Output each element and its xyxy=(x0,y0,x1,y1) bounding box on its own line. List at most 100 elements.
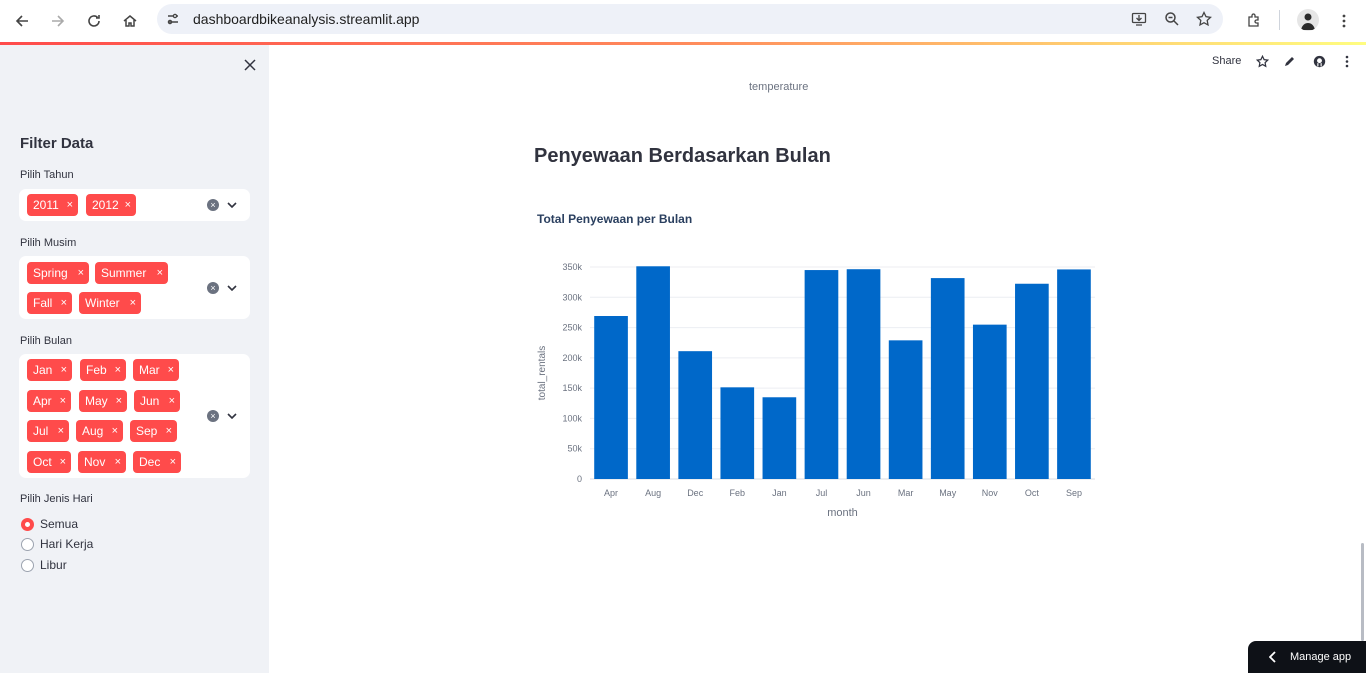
chip-label: Jul xyxy=(33,424,49,438)
puzzle-icon xyxy=(1248,13,1259,27)
clear-all-icon[interactable]: × xyxy=(207,410,219,422)
chip-month-dec[interactable]: Dec × xyxy=(133,451,181,473)
sidebar-close-button[interactable] xyxy=(240,55,260,75)
profile-avatar[interactable] xyxy=(1297,9,1319,31)
home-button[interactable] xyxy=(117,8,143,34)
chip-season-spring[interactable]: Spring × xyxy=(27,262,89,284)
radio-unselected-icon[interactable] xyxy=(21,558,34,572)
github-icon[interactable] xyxy=(1312,54,1326,68)
chip-remove-icon[interactable]: × xyxy=(58,420,64,442)
chip-remove-icon[interactable]: × xyxy=(115,359,121,381)
chip-remove-icon[interactable]: × xyxy=(67,194,73,216)
chip-season-winter[interactable]: Winter × xyxy=(79,292,141,314)
back-button[interactable] xyxy=(9,8,35,34)
chip-month-aug[interactable]: Aug × xyxy=(76,420,123,442)
toolbar-divider xyxy=(1279,10,1280,30)
url-text[interactable]: dashboardbikeanalysis.streamlit.app xyxy=(193,11,419,27)
chip-remove-icon[interactable]: × xyxy=(112,420,118,442)
chip-month-mar[interactable]: Mar × xyxy=(133,359,179,381)
season-multiselect[interactable]: Spring × Summer × Fall × Winter × × xyxy=(19,256,250,319)
manage-app-button[interactable]: Manage app xyxy=(1248,641,1366,673)
chip-month-sep[interactable]: Sep × xyxy=(130,420,177,442)
main-menu-icon[interactable] xyxy=(1340,54,1354,68)
bar-oct[interactable] xyxy=(1015,283,1049,479)
bar-nov[interactable] xyxy=(972,324,1007,479)
bar-chart[interactable]: 0 50k 100k 150k 200k 250k 300k 350k Apr Aug Dec Feb… xyxy=(530,255,1110,525)
bar-sep[interactable] xyxy=(1057,269,1091,479)
chip-month-jul[interactable]: Jul × xyxy=(27,420,69,442)
chevron-down-icon[interactable] xyxy=(226,282,238,294)
chip-month-jun[interactable]: Jun × xyxy=(134,390,180,412)
bar-apr[interactable] xyxy=(594,316,628,479)
x-tick-label: May xyxy=(939,488,957,498)
sidebar-title: Filter Data xyxy=(20,135,94,152)
chip-remove-icon[interactable]: × xyxy=(61,292,67,314)
install-app-icon[interactable] xyxy=(1129,9,1149,29)
address-bar[interactable]: dashboardbikeanalysis.streamlit.app xyxy=(157,4,1223,34)
chip-year-2011[interactable]: 2011 × xyxy=(27,194,78,216)
chip-remove-icon[interactable]: × xyxy=(130,292,136,314)
chip-remove-icon[interactable]: × xyxy=(166,420,172,442)
chip-year-2012[interactable]: 2012 × xyxy=(86,194,136,216)
bar-aug[interactable] xyxy=(636,266,670,479)
browser-menu-button[interactable] xyxy=(1331,8,1357,34)
share-button[interactable]: Share xyxy=(1212,55,1241,67)
chip-month-nov[interactable]: Nov × xyxy=(78,451,126,473)
chip-remove-icon[interactable]: × xyxy=(60,451,66,473)
chip-season-summer[interactable]: Summer × xyxy=(95,262,168,284)
edit-pencil-icon[interactable] xyxy=(1283,54,1297,68)
radio-option-hari-kerja[interactable]: Hari Kerja xyxy=(21,536,93,552)
chip-remove-icon[interactable]: × xyxy=(168,359,174,381)
year-multiselect[interactable]: 2011 × 2012 × × xyxy=(19,189,250,221)
chip-month-jan[interactable]: Jan × xyxy=(27,359,72,381)
chip-remove-icon[interactable]: × xyxy=(170,451,176,473)
month-filter-label: Pilih Bulan xyxy=(20,335,72,347)
chip-remove-icon[interactable]: × xyxy=(60,390,66,412)
x-tick-label: Nov xyxy=(982,488,999,498)
clear-all-icon[interactable]: × xyxy=(207,282,219,294)
bar-mar[interactable] xyxy=(888,340,923,479)
extensions-button[interactable] xyxy=(1241,8,1267,34)
browser-toolbar: dashboardbikeanalysis.streamlit.app xyxy=(0,0,1366,42)
chip-remove-icon[interactable]: × xyxy=(125,194,131,216)
chip-remove-icon[interactable]: × xyxy=(61,359,67,381)
chip-remove-icon[interactable]: × xyxy=(115,451,121,473)
bar-jan[interactable] xyxy=(762,397,797,479)
chip-remove-icon[interactable]: × xyxy=(157,262,163,284)
chip-month-may[interactable]: May × xyxy=(79,390,127,412)
month-multiselect[interactable]: Jan × Feb × Mar × Apr × May × Jun × Jul × Aug × … xyxy=(19,354,250,478)
reload-button[interactable] xyxy=(81,8,107,34)
chevron-down-icon[interactable] xyxy=(226,199,238,211)
chip-remove-icon[interactable]: × xyxy=(169,390,175,412)
bar-jul[interactable] xyxy=(804,270,839,479)
chip-season-fall[interactable]: Fall × xyxy=(27,292,72,314)
y-tick-label: 350k xyxy=(562,262,582,272)
clear-all-icon[interactable]: × xyxy=(207,199,219,211)
forward-button[interactable] xyxy=(45,8,71,34)
bar-may[interactable] xyxy=(930,278,965,479)
kebab-menu-icon xyxy=(1342,14,1346,28)
chip-remove-icon[interactable]: × xyxy=(116,390,122,412)
chevron-down-icon[interactable] xyxy=(226,410,238,422)
bar-jun[interactable] xyxy=(846,269,881,479)
scrollbar-thumb[interactable] xyxy=(1361,543,1364,641)
site-info-icon[interactable] xyxy=(163,9,183,29)
bar-feb[interactable] xyxy=(720,387,755,479)
x-tick-label: Jan xyxy=(772,488,787,498)
x-axis-title: month xyxy=(827,507,858,519)
zoom-icon[interactable] xyxy=(1162,9,1182,29)
radio-option-semua[interactable]: Semua xyxy=(21,516,78,532)
arrow-right-icon xyxy=(52,15,65,27)
chip-month-feb[interactable]: Feb × xyxy=(80,359,126,381)
chip-remove-icon[interactable]: × xyxy=(78,262,84,284)
favorite-star-icon[interactable] xyxy=(1255,54,1269,68)
radio-option-libur[interactable]: Libur xyxy=(21,557,67,573)
chip-label: Apr xyxy=(33,394,52,408)
radio-unselected-icon[interactable] xyxy=(21,537,34,551)
radio-selected-icon[interactable] xyxy=(21,517,34,531)
chip-month-oct[interactable]: Oct × xyxy=(27,451,71,473)
chip-month-apr[interactable]: Apr × xyxy=(27,390,71,412)
x-tick-label: Oct xyxy=(1025,488,1040,498)
bookmark-star-icon[interactable] xyxy=(1194,9,1214,29)
bar-dec[interactable] xyxy=(678,351,713,479)
